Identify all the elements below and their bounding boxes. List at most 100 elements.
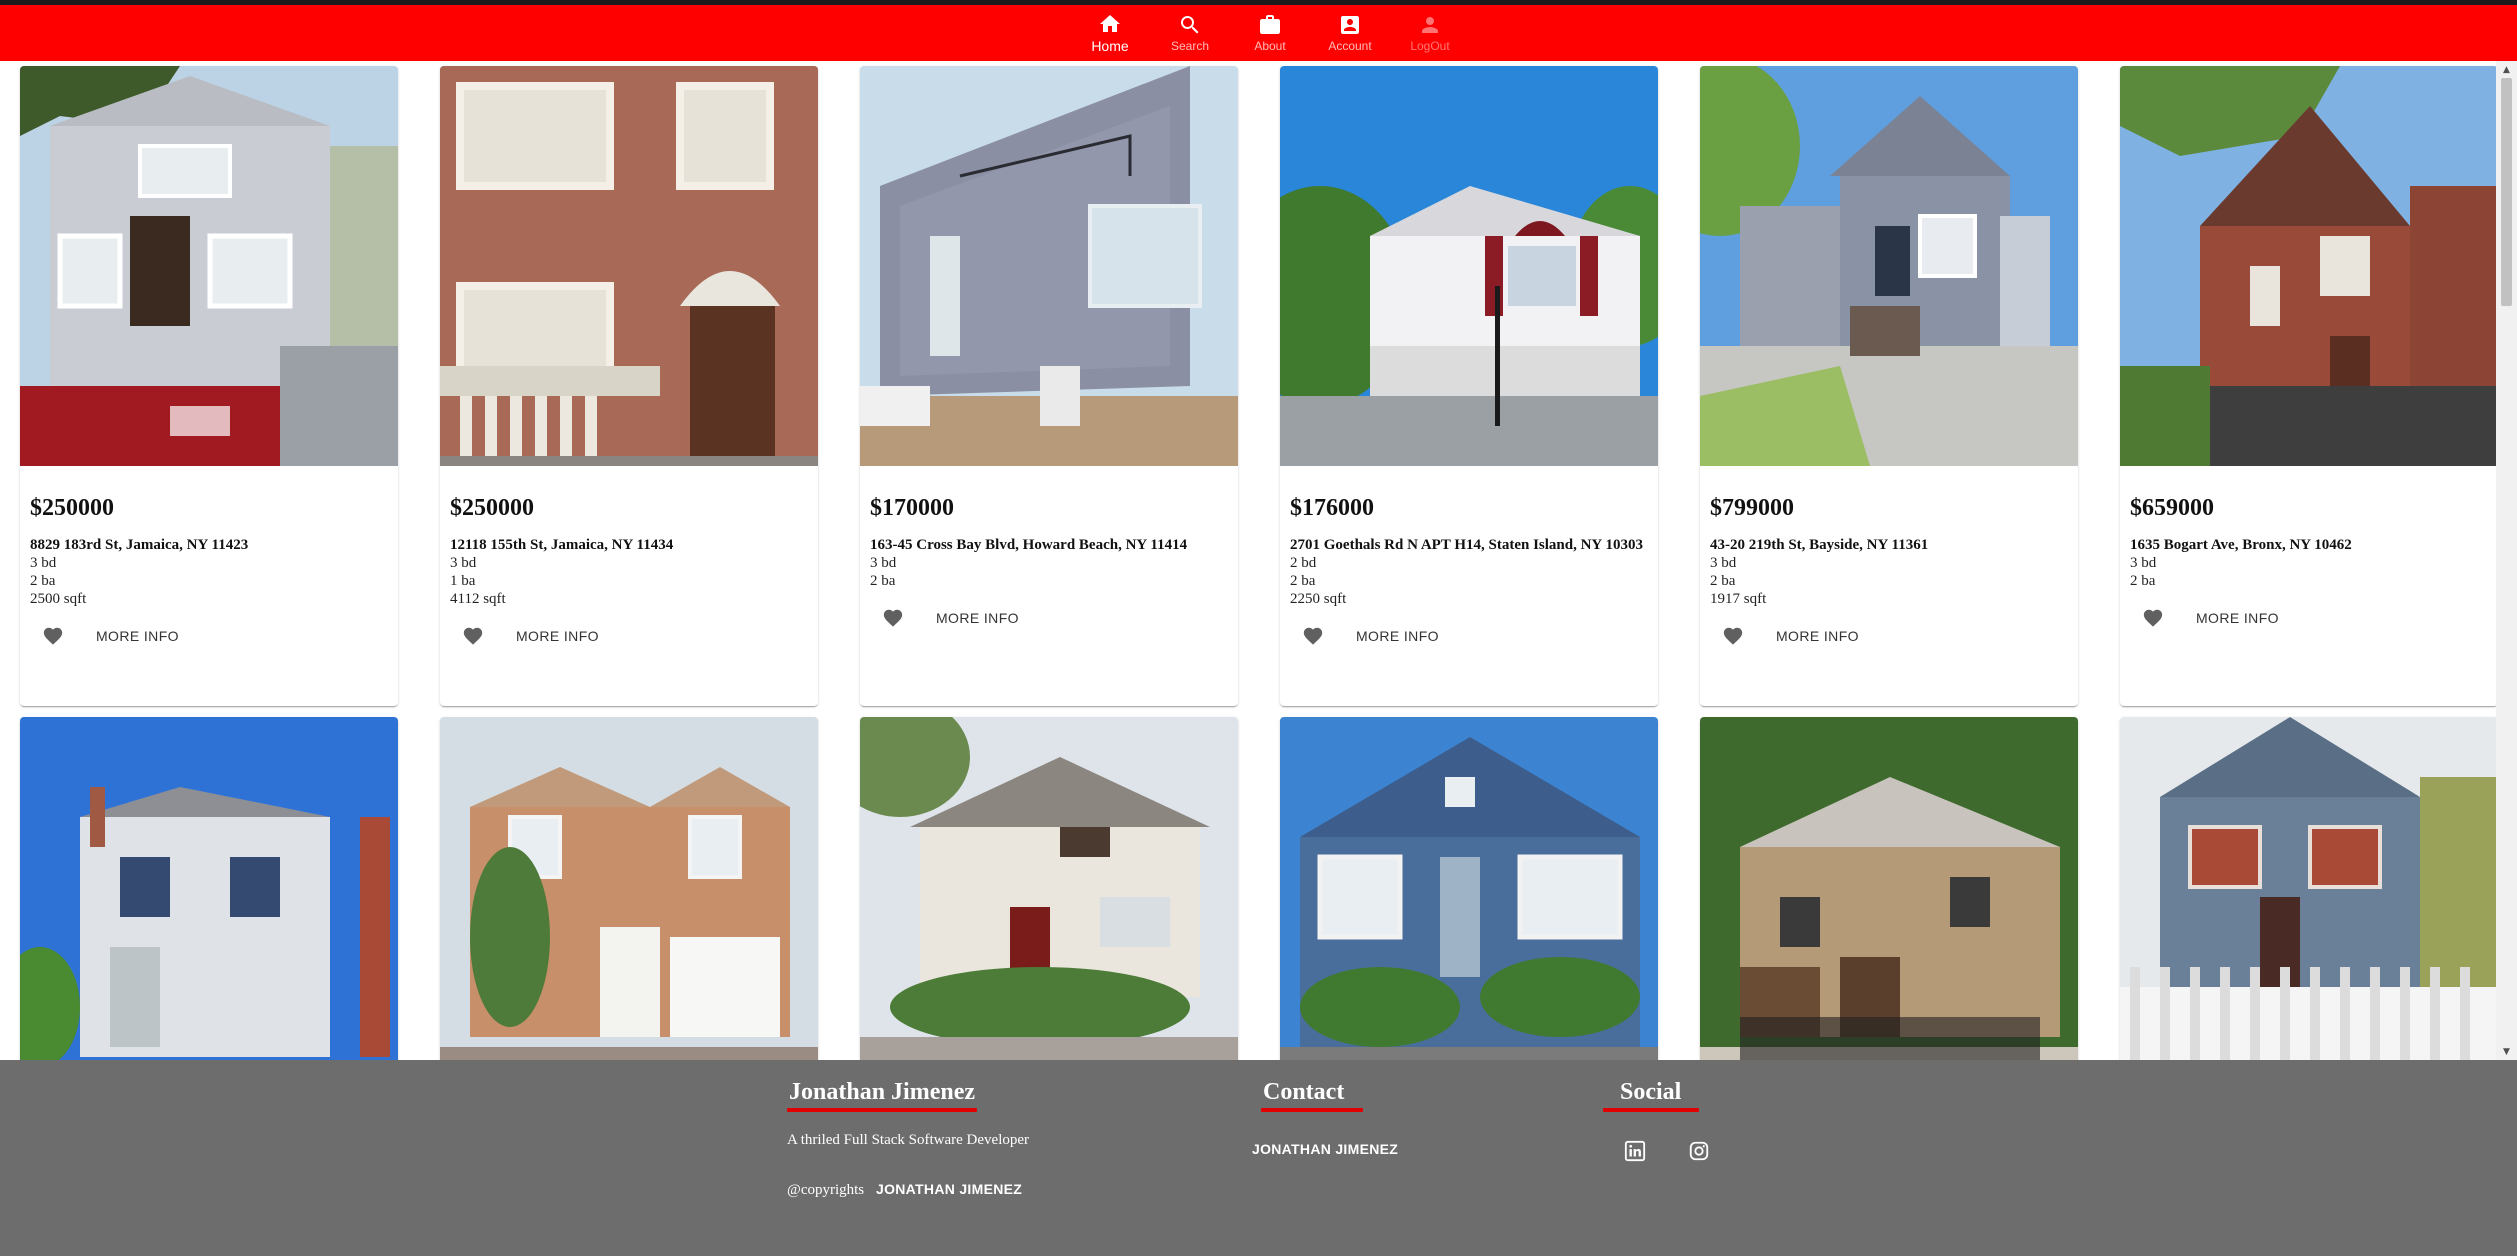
vertical-scrollbar[interactable]: ▲ ▼ (2496, 61, 2517, 1060)
more-info-button[interactable]: MORE INFO (928, 604, 1027, 632)
listing-photo[interactable] (860, 66, 1238, 466)
listing-sqft: 4112 sqft (450, 591, 506, 607)
listing-beds: 2 bd (1290, 555, 1317, 571)
favorite-button[interactable] (452, 615, 494, 657)
person-icon (1422, 17, 1438, 33)
favorite-button[interactable] (872, 597, 914, 639)
nav-about[interactable]: About (1230, 5, 1310, 61)
scrollbar-thumb[interactable] (2501, 78, 2512, 306)
listing-photo[interactable] (20, 717, 398, 1060)
account-box-icon (1341, 16, 1359, 34)
heart-icon (43, 627, 63, 645)
more-info-button[interactable]: MORE INFO (88, 622, 187, 650)
listing-card (1700, 717, 2078, 1060)
footer-about-underline (787, 1108, 977, 1112)
footer-social-underline (1603, 1108, 1699, 1112)
listing-photo[interactable] (860, 717, 1238, 1060)
favorite-button[interactable] (2132, 597, 2174, 639)
nav-home[interactable]: Home (1070, 5, 1150, 61)
listing-address: 43-20 219th St, Bayside, NY 11361 (1710, 537, 1929, 553)
listing-photo[interactable] (1700, 66, 2078, 466)
footer-copyright-prefix: @copyrights (787, 1182, 865, 1198)
listing-price: $250000 (450, 495, 534, 521)
favorite-button[interactable] (1292, 615, 1334, 657)
footer-tagline: A thriled Full Stack Software Developer (787, 1132, 1030, 1148)
footer-about-heading: Jonathan Jimenez (789, 1079, 975, 1105)
listing-price: $659000 (2130, 495, 2214, 521)
heart-icon (463, 627, 483, 645)
listing-photo[interactable] (2120, 66, 2496, 466)
linkedin-icon[interactable] (1624, 1140, 1646, 1162)
scroll-down-arrow-icon[interactable]: ▼ (2496, 1043, 2517, 1060)
listing-photo[interactable] (20, 66, 398, 466)
briefcase-icon (1260, 15, 1280, 34)
listing-sqft: 2500 sqft (30, 591, 87, 607)
instagram-icon[interactable] (1688, 1140, 1710, 1162)
listing-photo[interactable] (1280, 66, 1658, 466)
listing-photo[interactable] (1280, 717, 1658, 1060)
home-icon (1100, 15, 1120, 32)
more-info-button[interactable]: MORE INFO (508, 622, 607, 650)
bottom-navigation: Home Search About Account LogOut (0, 5, 2517, 61)
footer-contact-name[interactable]: JONATHAN JIMENEZ (1252, 1141, 1398, 1157)
listing-card (860, 717, 1238, 1060)
heart-icon (883, 609, 903, 627)
footer-contact-underline (1261, 1108, 1363, 1112)
listing-card (440, 717, 818, 1060)
listing-price: $170000 (870, 495, 954, 521)
listing-card: $250000 8829 183rd St, Jamaica, NY 11423… (20, 66, 398, 706)
listing-address: 12118 155th St, Jamaica, NY 11434 (450, 537, 674, 553)
listing-beds: 3 bd (870, 555, 897, 571)
nav-home-label: Home (1091, 38, 1129, 54)
nav-about-label: About (1254, 39, 1286, 53)
listing-card (20, 717, 398, 1060)
listing-card: $659000 1635 Bogart Ave, Bronx, NY 10462… (2120, 66, 2496, 706)
listing-baths: 1 ba (450, 573, 476, 589)
nav-logout-label: LogOut (1410, 39, 1450, 53)
listing-baths: 2 ba (1710, 573, 1736, 589)
favorite-button[interactable] (32, 615, 74, 657)
listing-address: 2701 Goethals Rd N APT H14, Staten Islan… (1290, 537, 1643, 553)
listing-sqft: 1917 sqft (1710, 591, 1767, 607)
more-info-button[interactable]: MORE INFO (1768, 622, 1867, 650)
listing-card (2120, 717, 2496, 1060)
scroll-up-arrow-icon[interactable]: ▲ (2496, 61, 2517, 78)
footer: Jonathan Jimenez A thriled Full Stack So… (0, 1060, 2517, 1256)
listing-card (1280, 717, 1658, 1060)
listing-price: $176000 (1290, 495, 1374, 521)
nav-search[interactable]: Search (1150, 5, 1230, 61)
footer-social-heading: Social (1620, 1079, 1682, 1105)
heart-icon (2143, 609, 2163, 627)
listing-photo[interactable] (2120, 717, 2496, 1060)
listing-card: $176000 2701 Goethals Rd N APT H14, Stat… (1280, 66, 1658, 706)
listing-card: $799000 43-20 219th St, Bayside, NY 1136… (1700, 66, 2078, 706)
listing-baths: 2 ba (2130, 573, 2156, 589)
nav-logout[interactable]: LogOut (1390, 5, 1470, 61)
listing-baths: 2 ba (870, 573, 896, 589)
listing-baths: 2 ba (30, 573, 56, 589)
listing-beds: 3 bd (2130, 555, 2157, 571)
listing-address: 163-45 Cross Bay Blvd, Howard Beach, NY … (870, 537, 1188, 553)
heart-icon (1303, 627, 1323, 645)
listings-grid: $250000 8829 183rd St, Jamaica, NY 11423… (0, 61, 2496, 1060)
footer-contact-heading: Contact (1263, 1079, 1345, 1105)
nav-account[interactable]: Account (1310, 5, 1390, 61)
listing-card: $170000 163-45 Cross Bay Blvd, Howard Be… (860, 66, 1238, 706)
listing-photo[interactable] (440, 717, 818, 1060)
footer-copyright-name[interactable]: JONATHAN JIMENEZ (876, 1181, 1022, 1197)
heart-icon (1723, 627, 1743, 645)
listing-card: $250000 12118 155th St, Jamaica, NY 1143… (440, 66, 818, 706)
more-info-button[interactable]: MORE INFO (2188, 604, 2287, 632)
listing-beds: 3 bd (30, 555, 57, 571)
listing-beds: 3 bd (1710, 555, 1737, 571)
listing-photo[interactable] (440, 66, 818, 466)
listing-photo[interactable] (1700, 717, 2078, 1060)
favorite-button[interactable] (1712, 615, 1754, 657)
more-info-button[interactable]: MORE INFO (1348, 622, 1447, 650)
listing-price: $250000 (30, 495, 114, 521)
listing-address: 1635 Bogart Ave, Bronx, NY 10462 (2130, 537, 2352, 553)
nav-search-label: Search (1170, 39, 1210, 53)
listing-sqft: 2250 sqft (1290, 591, 1347, 607)
listing-address: 8829 183rd St, Jamaica, NY 11423 (30, 537, 249, 553)
listing-beds: 3 bd (450, 555, 477, 571)
